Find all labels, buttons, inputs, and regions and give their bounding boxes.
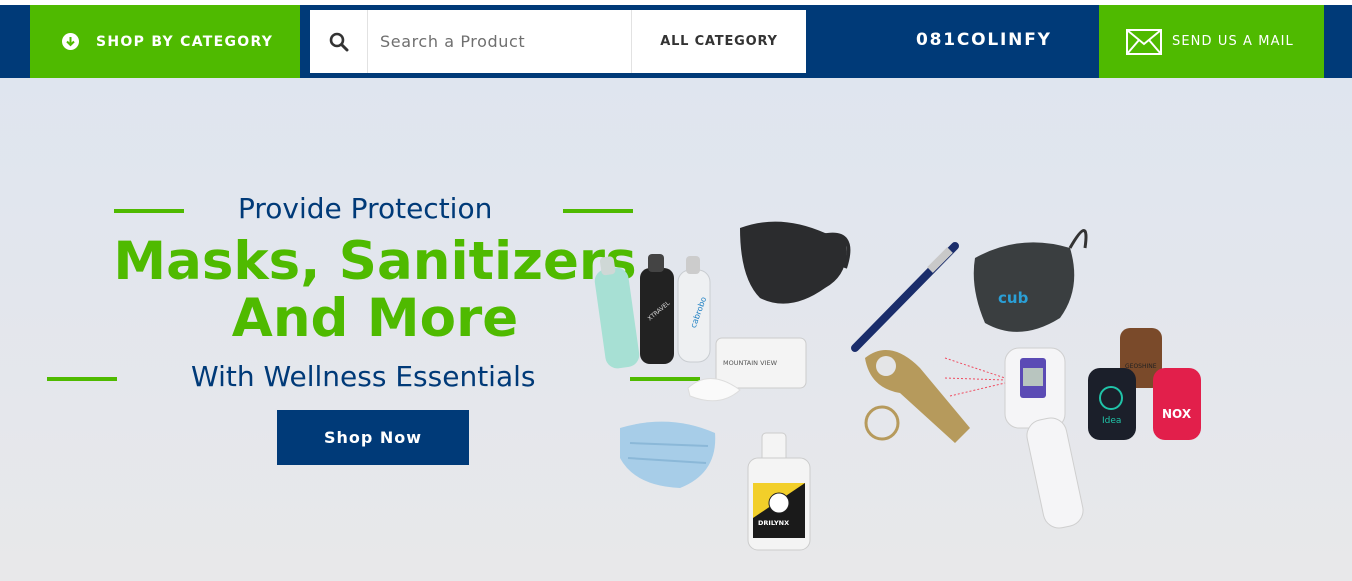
send-mail-label: SEND US A MAIL	[1172, 34, 1294, 49]
shop-now-button[interactable]: Shop Now	[277, 410, 469, 465]
svg-text:GEOSHINE: GEOSHINE	[1125, 363, 1157, 370]
hero-eyebrow: Provide Protection	[238, 192, 493, 225]
search-bar: ALL CATEGORY	[310, 10, 806, 73]
surgical-mask-image	[620, 421, 716, 488]
search-icon[interactable]	[310, 10, 368, 73]
decorative-line	[47, 377, 117, 381]
hero-subheadline: With Wellness Essentials	[191, 360, 536, 393]
envelope-icon	[1126, 28, 1162, 55]
arrow-down-circle-icon	[62, 33, 79, 50]
send-mail-button[interactable]: SEND US A MAIL	[1099, 5, 1324, 78]
shop-by-category-button[interactable]: SHOP BY CATEGORY	[30, 5, 300, 78]
hero-headline: Masks, Sanitizers And More	[100, 233, 650, 347]
decorative-line	[563, 209, 633, 213]
svg-text:MOUNTAIN VIEW: MOUNTAIN VIEW	[723, 359, 778, 367]
cloth-mask-image: cub	[973, 229, 1088, 332]
products-illustration: XTRAVEL cabrobo MOUNTAIN VIEW cub GEOSHI…	[594, 221, 1201, 551]
hero-banner: Provide Protection Masks, Sanitizers And…	[0, 78, 1352, 581]
svg-text:DRILYNX: DRILYNX	[758, 519, 789, 527]
shop-by-category-label: SHOP BY CATEGORY	[96, 33, 274, 50]
all-category-select[interactable]: ALL CATEGORY	[631, 10, 806, 73]
decorative-line	[114, 209, 184, 213]
hand-sanitizer-image: DRILYNX	[747, 432, 811, 551]
svg-text:cub: cub	[998, 289, 1029, 307]
wine-tumblers-image: GEOSHINE Idea NOX	[1088, 328, 1201, 440]
black-face-mask-image	[740, 221, 851, 304]
headline-line-2: And More	[231, 288, 519, 349]
search-input[interactable]	[368, 10, 631, 73]
water-bottles-image: XTRAVEL cabrobo	[594, 254, 711, 369]
phone-number[interactable]: 081COLINFY	[916, 30, 1052, 50]
door-opener-tool-image	[864, 350, 970, 443]
infrared-thermometer-image	[944, 347, 1084, 529]
svg-text:NOX: NOX	[1162, 407, 1192, 421]
headline-line-1: Masks, Sanitizers	[113, 231, 637, 292]
svg-text:Idea: Idea	[1102, 416, 1121, 426]
pen-image	[851, 242, 959, 352]
